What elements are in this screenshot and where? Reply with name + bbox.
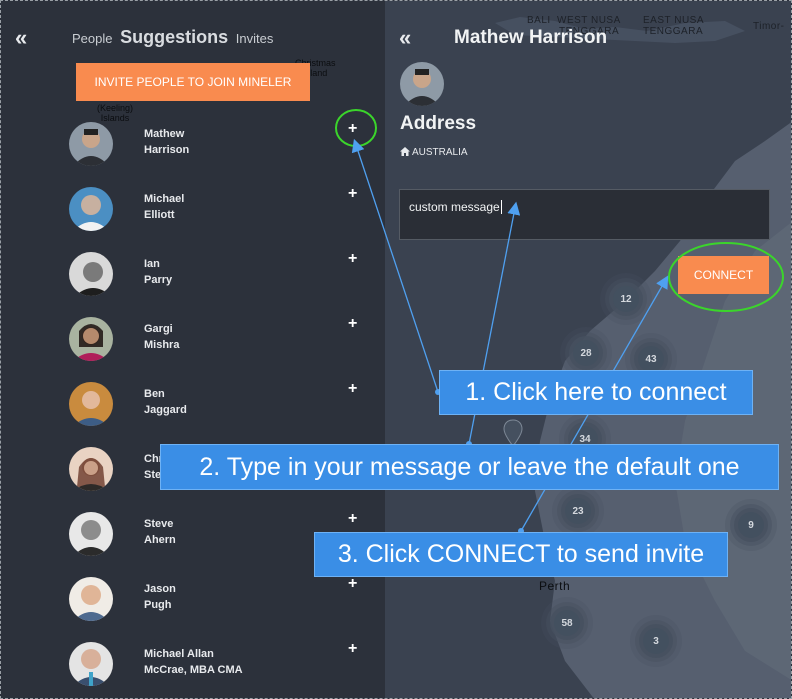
address-heading: Address [400,113,477,134]
callout-step1: 1. Click here to connect [439,370,753,415]
tab-suggestions[interactable]: Suggestions [120,27,228,47]
custom-message-input[interactable]: custom message [399,189,770,240]
avatar [69,252,113,296]
person-row[interactable]: Gargi Mishra + [69,315,369,363]
map-label-perth: Perth [539,579,571,593]
map-cluster[interactable]: 23 [565,498,591,524]
add-connection-icon[interactable]: + [348,380,357,398]
collapse-right-icon[interactable]: « [399,25,411,51]
person-name: Michael Elliott [144,193,185,221]
avatar [69,122,113,166]
person-name: Michael Allan McCrae, MBA CMA [144,648,243,676]
custom-message-text: custom message [409,200,500,214]
text-cursor [500,200,502,214]
avatar [69,382,113,426]
people-tabs: People Suggestions Invites [72,27,277,48]
callout-step3: 3. Click CONNECT to send invite [314,532,728,577]
avatar [69,187,113,231]
profile-panel: « Mathew Harrison Address AUSTRALIA cust… [385,1,785,301]
add-connection-icon[interactable]: + [348,315,357,333]
avatar [69,447,113,491]
avatar [69,317,113,361]
person-name: Jason Pugh [144,583,176,611]
map-cluster[interactable]: 3 [643,628,669,654]
person-row[interactable]: Michael Allan McCrae, MBA CMA + [69,640,369,688]
person-name: Ben Jaggard [144,388,187,416]
avatar [69,642,113,686]
person-row[interactable]: Mathew Harrison + [69,120,369,168]
tab-people[interactable]: People [72,31,112,46]
callout-step2: 2. Type in your message or leave the def… [160,444,779,490]
country-label: AUSTRALIA [412,147,468,158]
profile-avatar [400,62,444,106]
connect-button[interactable]: CONNECT [678,256,769,294]
add-connection-icon[interactable]: + [348,120,357,138]
address-country: AUSTRALIA [400,147,468,158]
avatar [69,512,113,556]
add-connection-icon[interactable]: + [348,250,357,268]
add-connection-icon[interactable]: + [348,185,357,203]
person-name: Gargi Mishra [144,323,180,351]
tab-invites[interactable]: Invites [236,31,274,46]
invite-people-button[interactable]: INVITE PEOPLE TO JOIN MINELER [76,63,310,101]
add-connection-icon[interactable]: + [348,575,357,593]
suggestions-panel: « People Suggestions Invites Christmas I… [1,1,385,698]
add-connection-icon[interactable]: + [348,510,357,528]
collapse-left-icon[interactable]: « [15,25,27,51]
avatar [69,577,113,621]
map-pin-icon[interactable] [503,419,523,447]
home-icon [400,147,410,156]
person-name: Steve Ahern [144,518,176,546]
person-name: Mathew Harrison [144,128,190,156]
person-row[interactable]: Michael Elliott + [69,185,369,233]
person-row[interactable]: Ian Parry + [69,250,369,298]
person-name: Ian Parry [144,258,173,286]
map-cluster[interactable]: 58 [554,610,580,636]
screenshot-stage: BALI WEST NUSA TENGGARA EAST NUSA TENGGA… [0,0,792,699]
add-connection-icon[interactable]: + [348,640,357,658]
map-cluster[interactable]: 43 [638,346,664,372]
person-row[interactable]: Jason Pugh + [69,575,369,623]
map-label-keeling-islands: (Keeling) Islands [97,103,134,123]
person-row[interactable]: Ben Jaggard + [69,380,369,428]
profile-name: Mathew Harrison [454,27,608,48]
map-cluster[interactable]: 9 [738,512,764,538]
map-cluster[interactable]: 28 [573,340,599,366]
